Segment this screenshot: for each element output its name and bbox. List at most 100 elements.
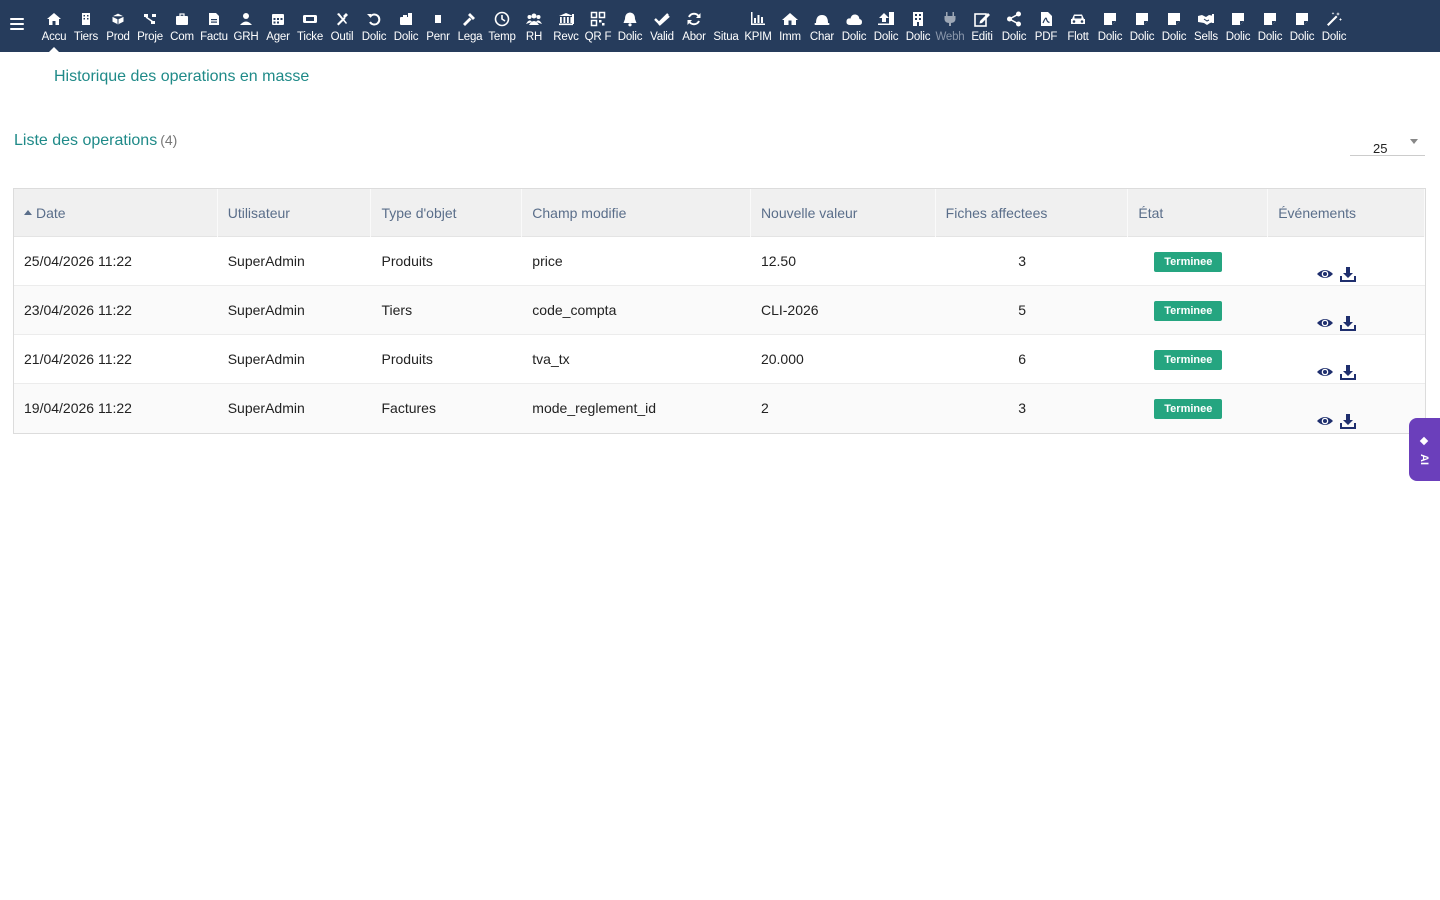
cell-affected: 3 (936, 384, 1129, 432)
menu-item-21[interactable]: Situa (710, 0, 742, 52)
menu-item-label: Dolic (1129, 31, 1155, 43)
eye-icon[interactable] (1316, 351, 1334, 376)
menu-item-7[interactable]: Ager (262, 0, 294, 52)
menu-item-label: Dolic (1257, 31, 1283, 43)
page-size-value: 25 (1373, 141, 1388, 156)
cell-affected-value: 3 (1018, 400, 1027, 416)
menu-item-36[interactable]: Sells (1190, 0, 1222, 52)
menu-item-27[interactable]: Dolic (902, 0, 934, 52)
menu-item-label: Dolic (841, 31, 867, 43)
eye-icon[interactable] (1316, 253, 1334, 278)
cell-new-value: 12.50 (760, 253, 797, 269)
download-icon[interactable] (1339, 302, 1358, 331)
menu-item-13[interactable]: Lega (454, 0, 486, 52)
eye-icon[interactable] (1316, 400, 1334, 425)
menu-item-2[interactable]: Prod (102, 0, 134, 52)
menu-item-25[interactable]: Dolic (838, 0, 870, 52)
header-object-type[interactable]: Type d'objet (371, 189, 523, 237)
menu-item-17[interactable]: QR F (582, 0, 614, 52)
menu-item-11[interactable]: Dolic (390, 0, 422, 52)
menu-item-1[interactable]: Tiers (70, 0, 102, 52)
page-size-select[interactable]: 25 (1350, 134, 1425, 156)
menu-item-26[interactable]: Dolic (870, 0, 902, 52)
table-row: 23/04/2026 11:22 SuperAdmin Tiers code_comp… (14, 286, 1425, 335)
menu-item-39[interactable]: Dolic (1286, 0, 1318, 52)
menu-item-10[interactable]: Dolic (358, 0, 390, 52)
menu-item-35[interactable]: Dolic (1158, 0, 1190, 52)
menu-item-32[interactable]: Flott (1062, 0, 1094, 52)
header-date[interactable]: Date (14, 189, 218, 237)
ai-assistant-tab[interactable]: AI (1409, 418, 1440, 481)
download-icon[interactable] (1339, 351, 1358, 380)
menu-item-label: Dolic (1161, 31, 1187, 43)
menu-item-31[interactable]: PDF (1030, 0, 1062, 52)
row-actions (1268, 384, 1410, 432)
header-field[interactable]: Champ modifie (522, 189, 751, 237)
menu-item-8[interactable]: Ticke (294, 0, 326, 52)
menu-item-label: Tiers (73, 31, 99, 43)
cell-date: 21/04/2026 11:22 (24, 351, 132, 367)
cell-field: mode_reglement_id (532, 400, 657, 416)
cell-object-type: Produits (381, 253, 433, 269)
menu-item-label: Situa (713, 31, 739, 43)
menu-item-20[interactable]: Abor (678, 0, 710, 52)
menu-item-label: Dolic (1321, 31, 1347, 43)
menu-item-label: Ager (266, 31, 290, 43)
cell-affected-value: 3 (1018, 253, 1027, 269)
cell-user: SuperAdmin (227, 351, 305, 367)
cell-affected-value: 6 (1018, 351, 1027, 367)
menu-item-12[interactable]: Penr (422, 0, 454, 52)
cell-date: 19/04/2026 11:22 (24, 400, 132, 416)
menu-item-0[interactable]: Accu (38, 0, 70, 52)
menu-item-label: Dolic (1225, 31, 1251, 43)
menu-item-30[interactable]: Dolic (998, 0, 1030, 52)
cell-field: tva_tx (532, 351, 570, 367)
cell-field: price (532, 253, 563, 269)
menu-item-37[interactable]: Dolic (1222, 0, 1254, 52)
hamburger-menu-icon[interactable] (10, 18, 24, 32)
menu-item-18[interactable]: Dolic (614, 0, 646, 52)
cell-affected: 6 (936, 335, 1129, 383)
status-badge: Terminee (1154, 399, 1223, 420)
menu-item-19[interactable]: Valid (646, 0, 678, 52)
menu-item-23[interactable]: Imm (774, 0, 806, 52)
menu-item-34[interactable]: Dolic (1126, 0, 1158, 52)
sparkle-icon (1419, 436, 1429, 446)
menu-item-label: Accu (41, 31, 67, 43)
row-actions (1268, 237, 1410, 285)
menu-item-16[interactable]: Revc (550, 0, 582, 52)
download-icon[interactable] (1339, 400, 1358, 429)
menu-item-label: Com (170, 31, 194, 43)
menu-item-24[interactable]: Char (806, 0, 838, 52)
menu-item-6[interactable]: GRH (230, 0, 262, 52)
cell-new-value: 2 (760, 400, 769, 416)
top-menu: Accu Tiers Prod Proje Com Factu GRH Ager Ticke Ou… (38, 0, 1350, 52)
menu-item-4[interactable]: Com (166, 0, 198, 52)
cell-object-type: Tiers (381, 302, 413, 318)
cell-affected: 3 (936, 237, 1129, 285)
menu-item-29[interactable]: Editi (966, 0, 998, 52)
menu-item-3[interactable]: Proje (134, 0, 166, 52)
menu-item-40[interactable]: Dolic (1318, 0, 1350, 52)
menu-item-label: Dolic (1289, 31, 1315, 43)
menu-item-5[interactable]: Factu (198, 0, 230, 52)
menu-item-label: Editi (971, 31, 993, 43)
row-actions (1268, 335, 1410, 383)
menu-item-33[interactable]: Dolic (1094, 0, 1126, 52)
menu-item-15[interactable]: RH (518, 0, 550, 52)
download-icon[interactable] (1339, 253, 1358, 282)
menu-item-28[interactable]: Webh (934, 0, 966, 52)
menu-item-22[interactable]: KPIM (742, 0, 774, 52)
menu-item-9[interactable]: Outil (326, 0, 358, 52)
header-status[interactable]: État (1128, 189, 1269, 237)
menu-item-14[interactable]: Temp (486, 0, 518, 52)
header-new-value[interactable]: Nouvelle valeur (751, 189, 936, 237)
eye-icon[interactable] (1316, 302, 1334, 327)
cell-status: Terminee (1128, 286, 1268, 334)
header-user[interactable]: Utilisateur (218, 189, 372, 237)
chevron-down-icon (1410, 139, 1418, 144)
operations-table: Date Utilisateur Type d'objet Champ modi… (13, 188, 1426, 434)
menu-item-label: Proje (137, 31, 163, 43)
menu-item-38[interactable]: Dolic (1254, 0, 1286, 52)
header-affected[interactable]: Fiches affectees (936, 189, 1129, 237)
